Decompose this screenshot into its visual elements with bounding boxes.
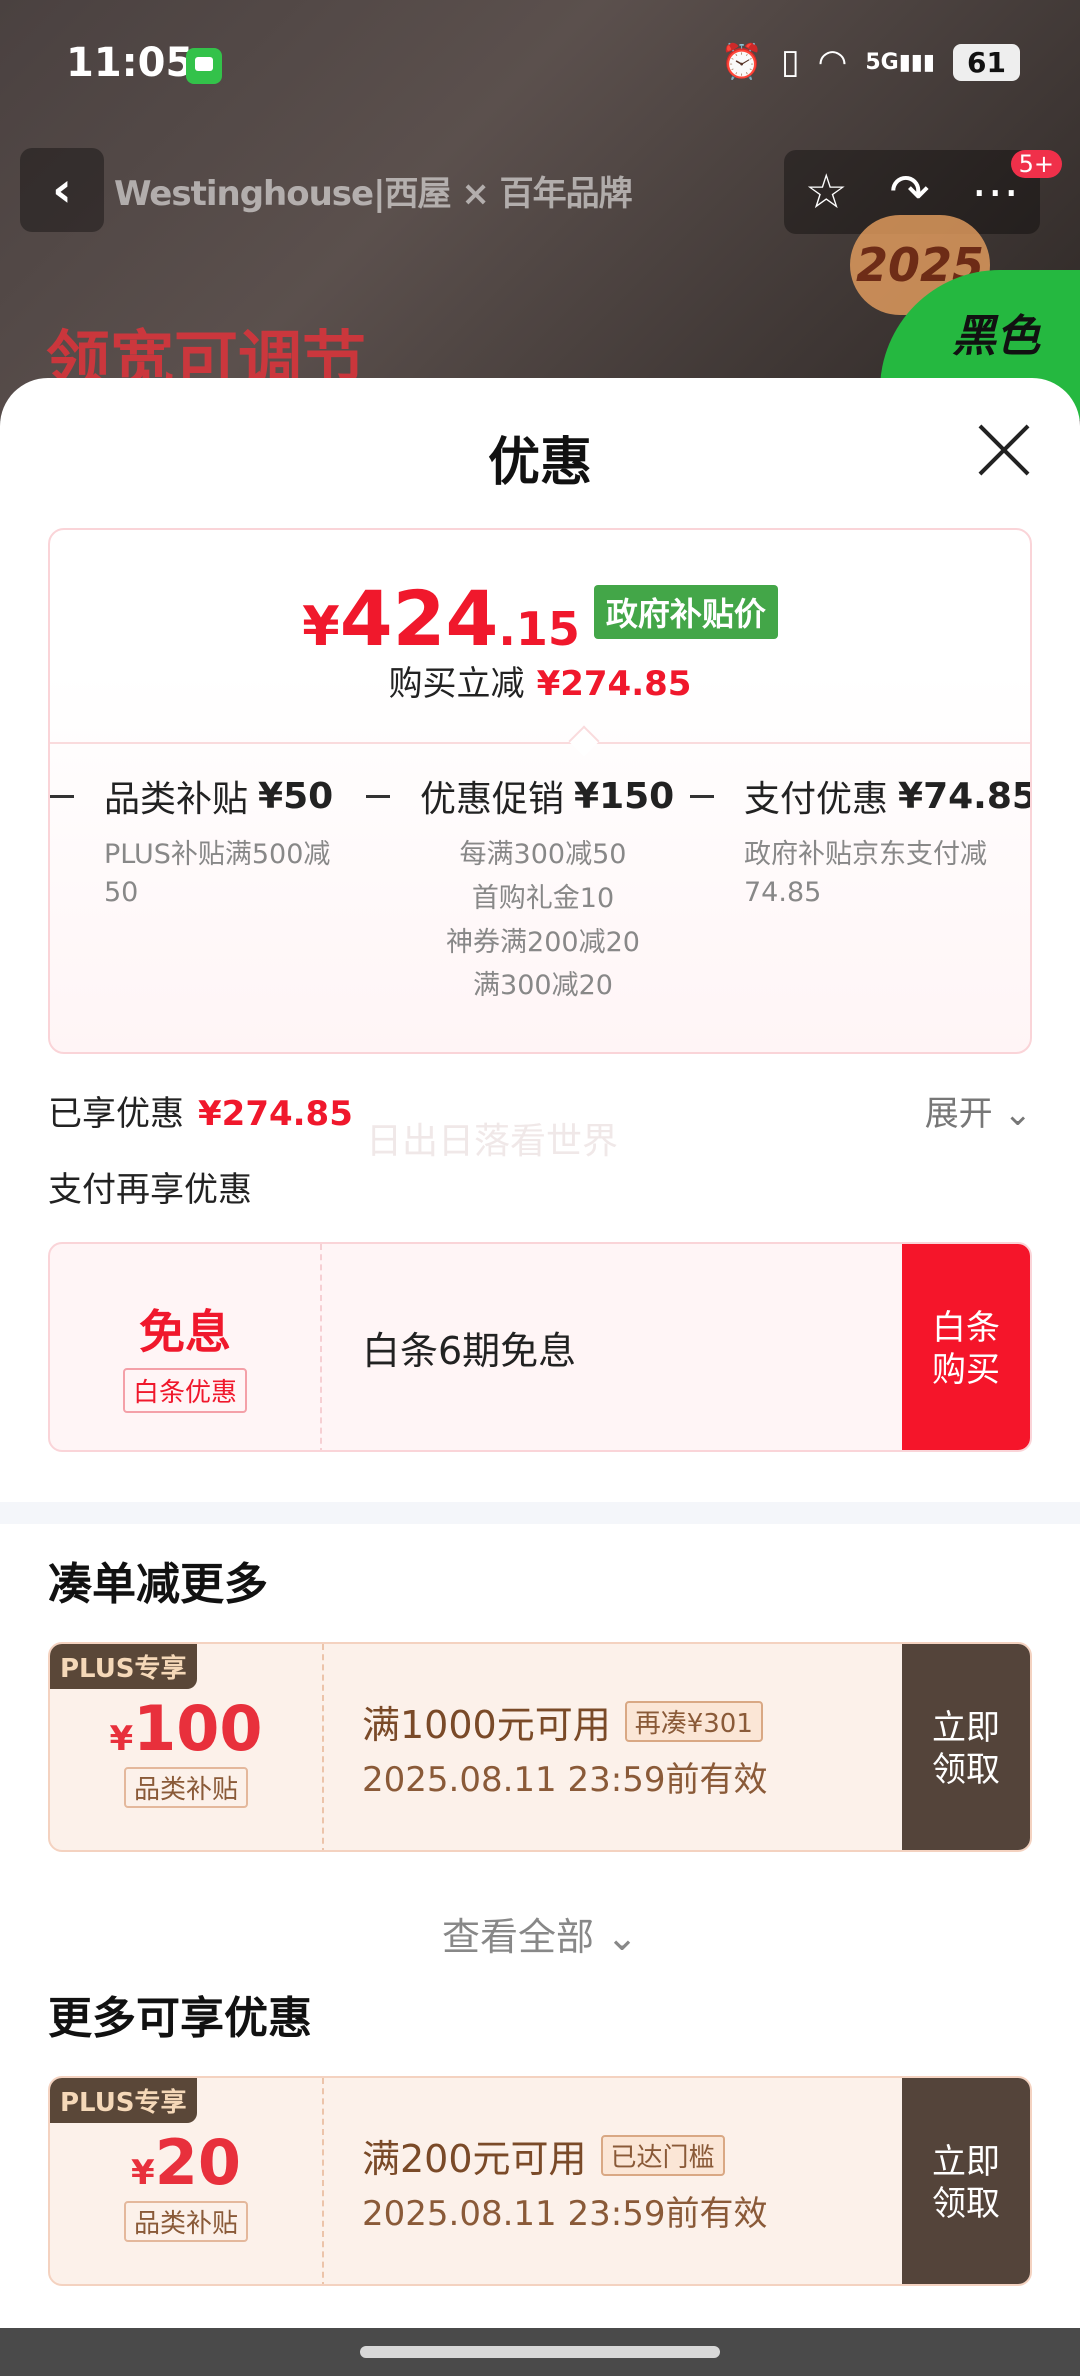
home-indicator-bar (0, 2328, 1080, 2376)
signal-icon: 5G▮▮▮ (865, 49, 936, 75)
pay-more-title: 支付再享优惠 (48, 1170, 252, 1210)
discount-promotion: 优惠促销 ¥150 每满300减50 首购礼金10 神券满200减20 满300减… (366, 770, 674, 1011)
reduction-label: 购买立减 (388, 664, 525, 704)
discount-detail: 政府补贴京东支付减74.85 (744, 839, 987, 908)
claim-coupon-button[interactable]: 立即 领取 (902, 2078, 1030, 2284)
more-offers-title: 更多可享优惠 (48, 1993, 312, 2044)
minus-icon (366, 794, 390, 798)
discount-sheet: 优惠 ¥ 424 .15 政府补贴价 购买立减 ¥274.85 品类补贴 ¥50 P… (0, 378, 1080, 2328)
coupon-amount-block: PLUS专享 ¥20 品类补贴 (50, 2078, 324, 2284)
enjoyed-label: 已享优惠 (48, 1094, 184, 1134)
plus-exclusive-tag: PLUS专享 (50, 2078, 197, 2123)
expand-label: 展开 (924, 1094, 993, 1134)
share-icon[interactable]: ↷ (889, 164, 929, 220)
baitiao-free-interest: 免息 (139, 1305, 231, 1359)
purchase-reduction: 购买立减 ¥274.85 (50, 656, 1030, 705)
baitiao-buy-button[interactable]: 白条 购买 (902, 1244, 1030, 1450)
favorite-star-icon[interactable]: ☆ (805, 164, 848, 220)
coupon-amount: ¥20 (131, 2126, 241, 2199)
discount-detail: 神券满200减20 (446, 926, 640, 958)
status-bar: 11:05 ⏰ ▯ ◠ 5G▮▮▮ 61 (0, 0, 1080, 130)
enjoyed-discount: 已享优惠 ¥274.85 (48, 1086, 353, 1135)
coupon-status-tag: 再凑¥301 (624, 1701, 763, 1742)
gov-subsidy-tag: 政府补贴价 (593, 584, 778, 639)
brand-logo-text: Westinghouse|西屋 × 百年品牌 (114, 173, 633, 214)
discount-value: ¥50 (258, 775, 334, 817)
close-icon[interactable] (976, 422, 1032, 478)
watermark: 日出日落看世界 (366, 1121, 619, 1162)
discount-name: 优惠促销 (420, 779, 565, 820)
battery-indicator: 61 (953, 43, 1020, 81)
baitiao-description: 白条6期免息 (362, 1329, 577, 1373)
vibrate-icon: ▯ (780, 42, 800, 82)
price-summary-card: ¥ 424 .15 政府补贴价 购买立减 ¥274.85 品类补贴 ¥50 PLUS… (48, 528, 1032, 1054)
baitiao-buy-label: 白条 购买 (932, 1307, 1000, 1391)
coupon-validity: 2025.08.11 23:59前有效 (362, 1760, 768, 1800)
discount-detail: 首购礼金10 (471, 882, 615, 914)
more-icon[interactable]: ⋯ (971, 164, 1019, 220)
discount-value: ¥74.85 (898, 775, 1032, 817)
coupon-amount: ¥100 (109, 1692, 263, 1765)
final-price: ¥ 424 .15 政府补贴价 (50, 574, 1030, 663)
color-label: 黑色 (952, 311, 1040, 362)
home-indicator[interactable] (360, 2346, 720, 2358)
sheet-title: 优惠 (487, 433, 592, 493)
alarm-icon: ⏰ (720, 42, 763, 82)
coupon-amount-block: PLUS专享 ¥100 品类补贴 (50, 1644, 324, 1850)
view-all-button[interactable]: 查看全部 ⌄ (0, 1906, 1080, 1961)
status-time: 11:05 (66, 40, 194, 86)
price-currency: ¥ (302, 595, 340, 658)
discount-category-subsidy: 品类补贴 ¥50 PLUS补贴满500减50 (50, 770, 350, 912)
expand-button[interactable]: 展开 ⌄ (925, 1086, 1032, 1135)
wifi-icon: ◠ (817, 42, 848, 82)
view-all-label: 查看全部 (442, 1915, 595, 1959)
coupon-card: PLUS专享 ¥20 品类补贴 满200元可用 已达门槛 2025.08.11 2… (48, 2076, 1032, 2286)
section-separator (0, 1502, 1080, 1524)
reduction-amount: ¥274.85 (536, 664, 692, 704)
enjoyed-amount: ¥274.85 (198, 1094, 353, 1134)
claim-coupon-button[interactable]: 立即 领取 (902, 1644, 1030, 1850)
discount-detail: 每满300减50 (459, 839, 627, 870)
divider-notch (568, 725, 600, 757)
coupon-type: 品类补贴 (123, 1767, 248, 1808)
bundle-section-title: 凑单减更多 (48, 1559, 268, 1610)
coupon-validity: 2025.08.11 23:59前有效 (362, 2194, 768, 2234)
message-notification-icon (186, 48, 222, 84)
price-integer: 424 (339, 574, 499, 663)
back-button[interactable]: ‹ (20, 148, 104, 232)
product-page-background: 11:05 ⏰ ▯ ◠ 5G▮▮▮ 61 ‹ Westinghouse|西屋 ×… (0, 0, 1080, 420)
discount-value: ¥150 (574, 775, 675, 817)
discount-payment: 支付优惠 ¥74.85 政府补贴京东支付减74.85 (690, 770, 1032, 912)
minus-icon (50, 794, 74, 798)
coupon-card: PLUS专享 ¥100 品类补贴 满1000元可用 再凑¥301 2025.08.… (48, 1642, 1032, 1852)
discount-detail: 满300减20 (473, 970, 613, 1002)
notification-badge: 5+ (1010, 150, 1062, 178)
chevron-down-icon: ⌄ (606, 1915, 638, 1959)
coupon-condition: 满200元可用 已达门槛 (362, 2128, 725, 2183)
chevron-left-icon: ‹ (52, 162, 72, 218)
discount-name: 支付优惠 (744, 779, 889, 820)
coupon-status-tag: 已达门槛 (600, 2135, 725, 2176)
discount-detail: PLUS补贴满500减50 (104, 839, 331, 908)
chevron-down-icon: ⌄ (1003, 1094, 1033, 1134)
baitiao-tag: 白条优惠 (122, 1368, 247, 1413)
status-icons: ⏰ ▯ ◠ 5G▮▮▮ 61 (721, 42, 1020, 82)
baitiao-badge: 免息 白条优惠 (50, 1244, 322, 1450)
discount-name: 品类补贴 (104, 779, 249, 820)
coupon-type: 品类补贴 (123, 2201, 248, 2242)
coupon-condition: 满1000元可用 再凑¥301 (362, 1694, 763, 1749)
minus-icon (690, 794, 714, 798)
baitiao-offer-card: 免息 白条优惠 白条6期免息 白条 购买 (48, 1242, 1032, 1452)
card-divider (50, 742, 1030, 744)
brand-header: ‹ Westinghouse|西屋 × 百年品牌 (20, 148, 633, 232)
plus-exclusive-tag: PLUS专享 (50, 1644, 197, 1689)
price-decimal: .15 (498, 602, 580, 656)
